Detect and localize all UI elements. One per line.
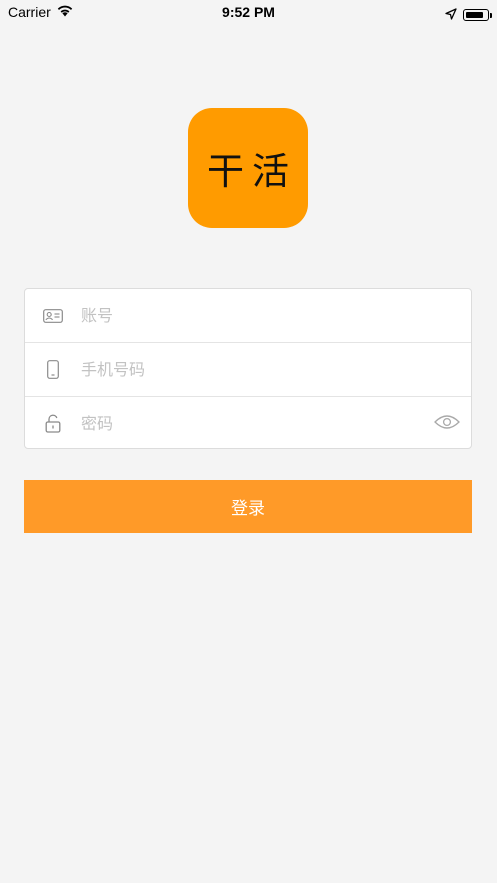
battery-tip — [490, 12, 492, 18]
login-form — [24, 288, 472, 450]
phone-input[interactable] — [81, 343, 471, 396]
phone-row — [25, 343, 471, 397]
status-bar: Carrier 9:52 PM — [0, 0, 497, 26]
lock-icon — [25, 414, 81, 433]
account-row — [25, 289, 471, 343]
status-right-group — [445, 5, 492, 24]
id-card-icon — [25, 308, 81, 323]
status-time: 9:52 PM — [222, 4, 275, 20]
password-row — [25, 397, 471, 450]
eye-icon — [434, 414, 460, 434]
app-logo: 干活 — [188, 108, 308, 228]
phone-icon — [25, 360, 81, 379]
password-input[interactable] — [81, 397, 423, 450]
app-logo-text: 干活 — [207, 150, 297, 193]
battery-icon — [463, 8, 492, 21]
location-arrow-icon — [445, 5, 457, 24]
login-button[interactable]: 登录 — [24, 480, 472, 533]
battery-level-fill — [466, 11, 483, 18]
account-input[interactable] — [81, 289, 471, 342]
show-password-toggle[interactable] — [423, 414, 471, 434]
